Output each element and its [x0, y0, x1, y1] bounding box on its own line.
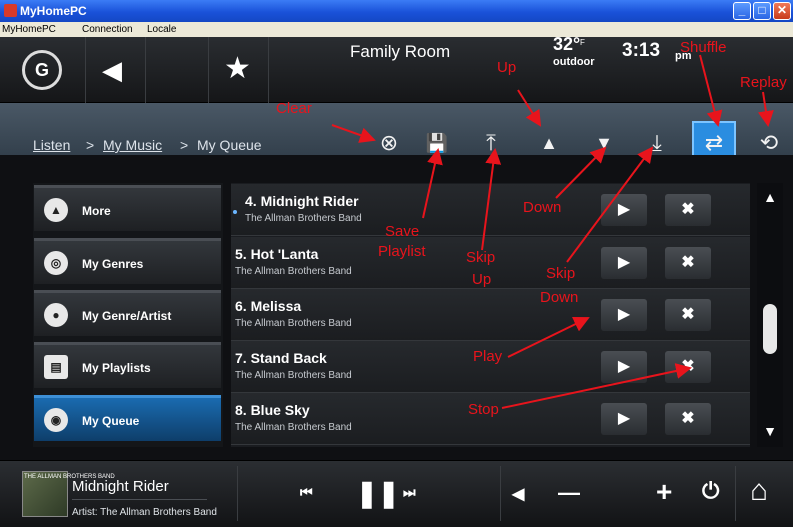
- annotation-clear: Clear: [276, 100, 312, 117]
- logo-icon[interactable]: G: [22, 50, 62, 90]
- track-title: 8. Blue Sky: [235, 402, 310, 418]
- scrollbar[interactable]: ▲ ▼: [757, 183, 783, 447]
- remove-track-button[interactable]: ✖: [665, 403, 711, 435]
- sidebar-item-more[interactable]: ▲ More: [34, 185, 221, 231]
- queue-row[interactable]: 4. Midnight Rider The Allman Brothers Ba…: [231, 184, 750, 236]
- annotation-skip-down-2: Down: [540, 289, 579, 306]
- discs-icon: ◎: [44, 251, 68, 275]
- play-track-button[interactable]: ▶: [601, 299, 647, 331]
- play-track-button[interactable]: ▶: [601, 247, 647, 279]
- app-window: MyHomePC _ □ ✕ MyHomePC Connection Local…: [0, 0, 793, 527]
- track-artist: The Allman Brothers Band: [235, 266, 352, 277]
- menu-connection[interactable]: Connection: [82, 24, 133, 35]
- sidebar-item-my-playlists[interactable]: ▤ My Playlists: [34, 342, 221, 388]
- play-track-button[interactable]: ▶: [601, 194, 647, 226]
- next-track-icon[interactable]: ⏭: [403, 484, 416, 501]
- window-title: MyHomePC: [20, 4, 87, 18]
- temperature: 32°: [553, 34, 581, 54]
- queue-row[interactable]: 6. Melissa The Allman Brothers Band ▶ ✖: [231, 289, 750, 341]
- track-title: 6. Melissa: [235, 298, 302, 314]
- now-playing-artist: Artist: The Allman Brothers Band: [72, 507, 217, 518]
- track-artist: The Allman Brothers Band: [245, 213, 362, 224]
- annotation-shuffle: Shuffle: [680, 39, 727, 56]
- annotation-skip: Skip: [466, 249, 496, 266]
- temperature-unit: F: [580, 38, 585, 47]
- sidebar-item-my-queue[interactable]: ◉ My Queue: [34, 395, 221, 441]
- home-icon[interactable]: ⌂: [750, 474, 768, 508]
- annotation-playlist: Playlist: [378, 243, 426, 260]
- annotation-down: Down: [523, 199, 562, 216]
- breadcrumb-separator: >: [86, 137, 95, 153]
- breadcrumb-my-queue: My Queue: [197, 137, 262, 153]
- scroll-thumb[interactable]: [763, 304, 777, 354]
- mute-icon[interactable]: ◀: [512, 484, 524, 504]
- menu-locale[interactable]: Locale: [147, 24, 176, 35]
- annotation-skip-up: Up: [472, 271, 492, 288]
- chevron-up-icon: ▲: [44, 198, 68, 222]
- now-playing-title: Midnight Rider: [72, 478, 169, 495]
- menu-bar: MyHomePC Connection Locale: [0, 22, 793, 37]
- favorite-icon[interactable]: ★: [215, 51, 260, 86]
- close-button[interactable]: ✕: [773, 2, 791, 20]
- now-playing-indicator: [233, 210, 237, 214]
- breadcrumb-listen[interactable]: Listen: [33, 137, 70, 153]
- play-track-button[interactable]: ▶: [601, 351, 647, 383]
- title-bar: MyHomePC _ □ ✕: [0, 0, 793, 22]
- remove-track-button[interactable]: ✖: [665, 194, 711, 226]
- track-artist: The Allman Brothers Band: [235, 318, 352, 329]
- sidebar-item-label: My Queue: [82, 414, 140, 428]
- sidebar-item-label: More: [82, 204, 111, 218]
- scroll-down-icon[interactable]: ▼: [757, 423, 783, 439]
- document-icon: ▤: [44, 355, 68, 379]
- temperature-label: outdoor: [553, 56, 595, 68]
- play-track-button[interactable]: ▶: [601, 403, 647, 435]
- volume-down-icon[interactable]: —: [558, 480, 580, 506]
- annotation-stop: Stop: [468, 401, 499, 418]
- people-icon: ●: [44, 303, 68, 327]
- sidebar-item-my-genre-artist[interactable]: ● My Genre/Artist: [34, 290, 221, 336]
- sidebar-item-my-genres[interactable]: ◎ My Genres: [34, 238, 221, 284]
- track-title: 7. Stand Back: [235, 350, 327, 366]
- sidebar-item-label: My Genres: [82, 257, 144, 271]
- previous-track-icon[interactable]: ⏮: [300, 484, 313, 501]
- annotation-replay: Replay: [740, 74, 787, 91]
- volume-up-icon[interactable]: +: [656, 476, 672, 508]
- track-artist: The Allman Brothers Band: [235, 422, 352, 433]
- remove-track-button[interactable]: ✖: [665, 247, 711, 279]
- app-logo-icon: [4, 4, 17, 17]
- annotation-up: Up: [497, 59, 517, 76]
- track-title: 5. Hot 'Lanta: [235, 246, 319, 262]
- back-icon[interactable]: ◀: [92, 55, 132, 86]
- sidebar-item-label: My Genre/Artist: [82, 309, 172, 323]
- remove-track-button[interactable]: ✖: [665, 299, 711, 331]
- power-icon[interactable]: ⏻: [702, 478, 719, 504]
- track-artist: The Allman Brothers Band: [235, 370, 352, 381]
- minimize-button[interactable]: _: [733, 2, 751, 20]
- breadcrumb-separator: >: [180, 137, 189, 153]
- sidebar-item-label: My Playlists: [82, 361, 151, 375]
- breadcrumb-my-music[interactable]: My Music: [103, 137, 162, 153]
- remove-track-button[interactable]: ✖: [665, 351, 711, 383]
- maximize-button[interactable]: □: [753, 2, 771, 20]
- track-title: 4. Midnight Rider: [245, 193, 359, 209]
- scroll-up-icon[interactable]: ▲: [757, 189, 783, 205]
- annotation-save: Save: [385, 223, 420, 240]
- disc-add-icon: ◉: [44, 408, 68, 432]
- pause-icon[interactable]: ❚❚: [356, 478, 400, 509]
- room-name[interactable]: Family Room: [350, 42, 450, 62]
- annotation-play: Play: [473, 348, 503, 365]
- menu-myhomepc[interactable]: MyHomePC: [2, 24, 56, 35]
- annotation-skip-down: Skip: [546, 265, 576, 282]
- clock-time: 3:13: [622, 40, 661, 61]
